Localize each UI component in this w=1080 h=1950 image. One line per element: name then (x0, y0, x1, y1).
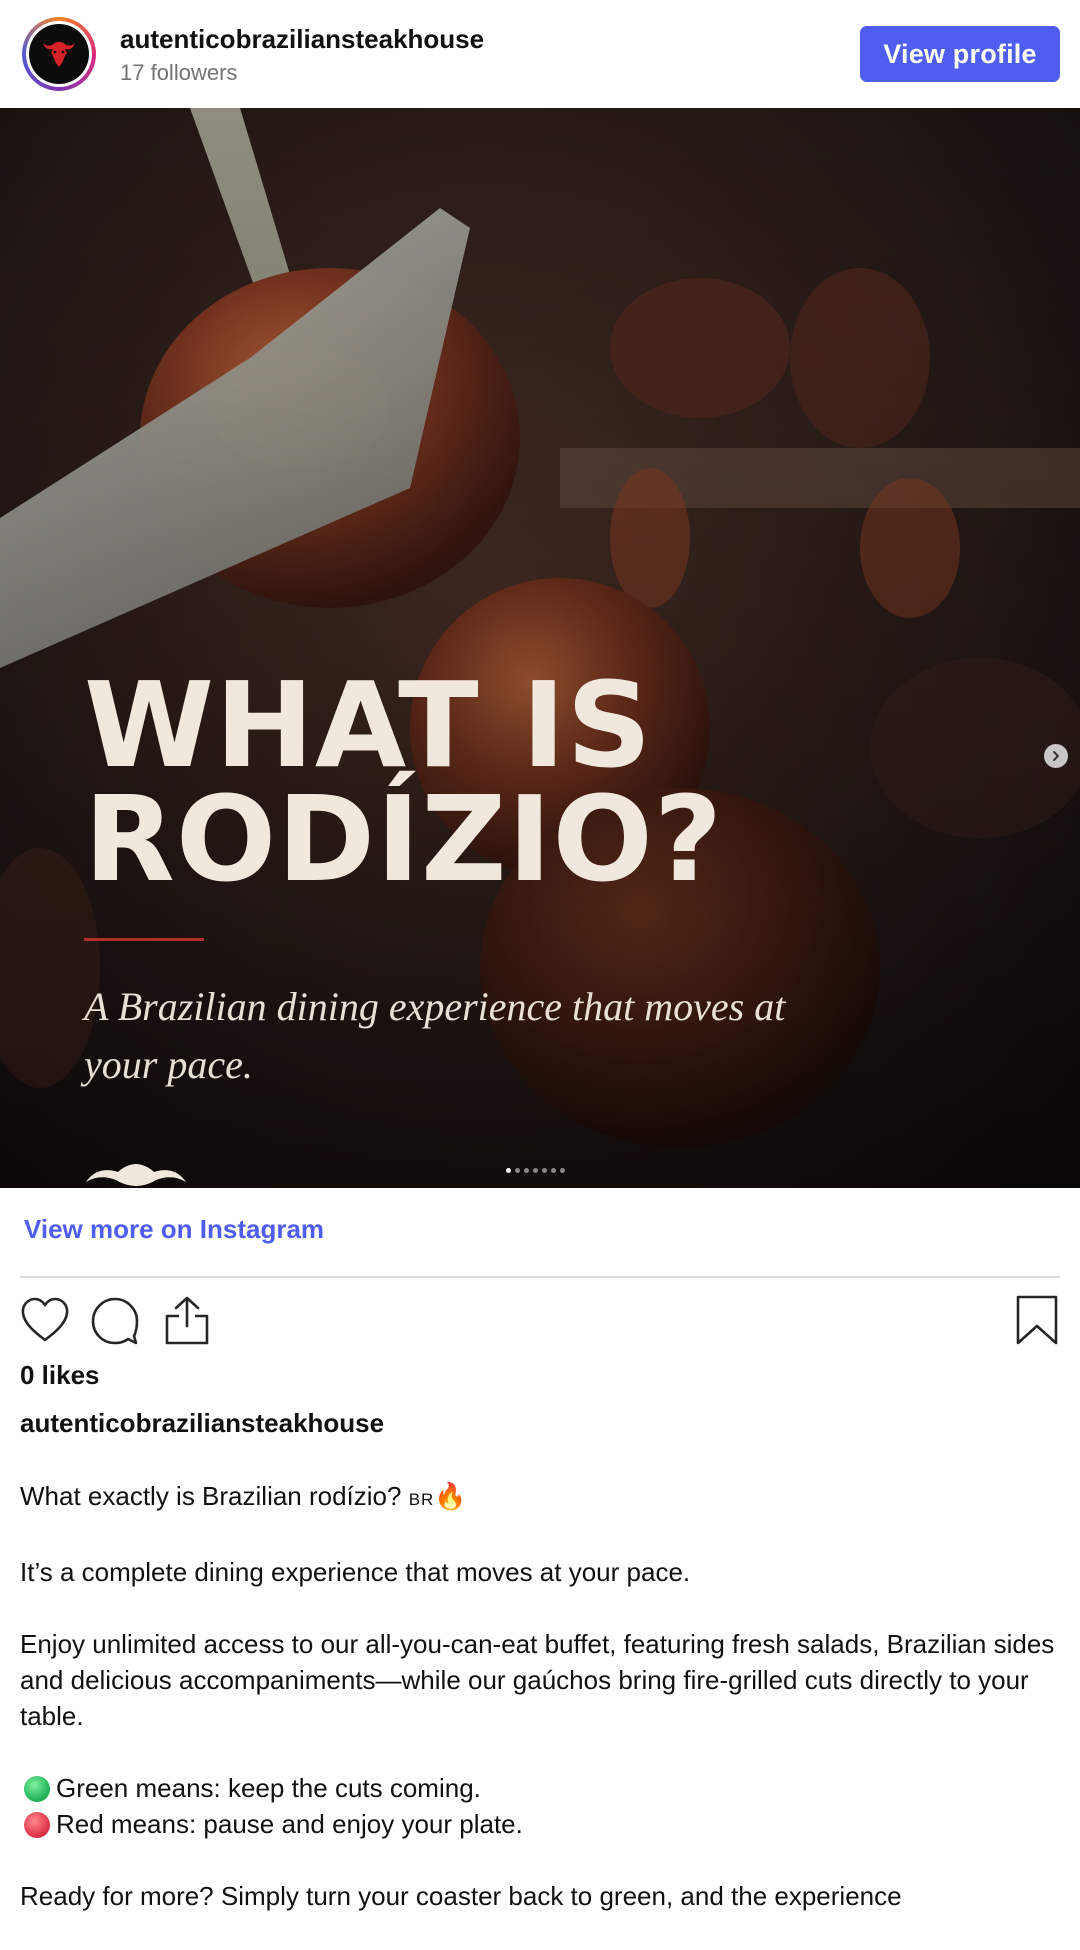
divider (20, 1276, 1060, 1278)
bull-logo-icon (84, 1162, 188, 1188)
carousel-dot (551, 1168, 556, 1173)
carousel-dot (506, 1168, 511, 1173)
heart-icon (21, 1297, 69, 1342)
slide-subtitle: A Brazilian dining experience that moves… (84, 984, 786, 1087)
carousel-dot (560, 1168, 565, 1173)
post-header: autenticobraziliansteakhouse 17 follower… (0, 0, 1080, 108)
profile-username[interactable]: autenticobraziliansteakhouse (120, 24, 484, 55)
caption-green-text: Green means: keep the cuts coming. (56, 1773, 481, 1803)
post-caption: What exactly is Brazilian rodízio? BR🔥 I… (20, 1478, 1065, 1950)
caption-paragraph: Ready for more? Simply turn your coaster… (20, 1881, 902, 1911)
slide-divider (84, 938, 204, 941)
chevron-right-icon (1053, 751, 1059, 761)
view-profile-button[interactable]: View profile (860, 26, 1060, 82)
share-icon (165, 1296, 209, 1345)
green-circle-icon (24, 1776, 50, 1802)
carousel-dot (542, 1168, 547, 1173)
view-more-link[interactable]: View more on Instagram (24, 1214, 324, 1245)
carousel-dot (515, 1168, 520, 1173)
caption-username[interactable]: autenticobraziliansteakhouse (20, 1408, 384, 1439)
caption-red-text: Red means: pause and enjoy your plate. (56, 1809, 523, 1839)
follower-count: 17 followers (120, 60, 238, 85)
save-button[interactable] (1014, 1294, 1060, 1351)
like-count: 0 likes (20, 1360, 100, 1390)
comment-button[interactable] (90, 1296, 140, 1351)
carousel-indicator (506, 1168, 565, 1173)
caption-line-1: What exactly is Brazilian rodízio? (20, 1481, 402, 1511)
flag-emoji: BR (408, 1490, 435, 1509)
like-button[interactable] (20, 1296, 70, 1349)
slide-title-line-1: WHAT IS (84, 656, 653, 794)
bull-logo-icon (29, 24, 89, 84)
caption-red-line: Red means: pause and enjoy your plate. (20, 1806, 1065, 1842)
caption-paragraph: Enjoy unlimited access to our all-you-ca… (20, 1629, 1055, 1731)
carousel-next-button[interactable] (1044, 744, 1068, 768)
share-button[interactable] (162, 1294, 212, 1351)
caption-green-line: Green means: keep the cuts coming. (20, 1770, 1065, 1806)
caption-paragraph: It’s a complete dining experience that m… (20, 1557, 691, 1587)
carousel-dot (533, 1168, 538, 1173)
slide-title: WHAT IS RODÍZIO? (84, 656, 784, 908)
fire-emoji: 🔥 (434, 1481, 467, 1511)
avatar[interactable] (22, 17, 96, 91)
red-circle-icon (24, 1812, 50, 1838)
carousel-dot (524, 1168, 529, 1173)
bookmark-icon (1016, 1295, 1058, 1345)
post-media-carousel[interactable]: WHAT IS RODÍZIO? A Brazilian dining expe… (0, 108, 1080, 1188)
slide-title-line-2: RODÍZIO? (84, 770, 724, 908)
comment-icon (91, 1297, 139, 1345)
